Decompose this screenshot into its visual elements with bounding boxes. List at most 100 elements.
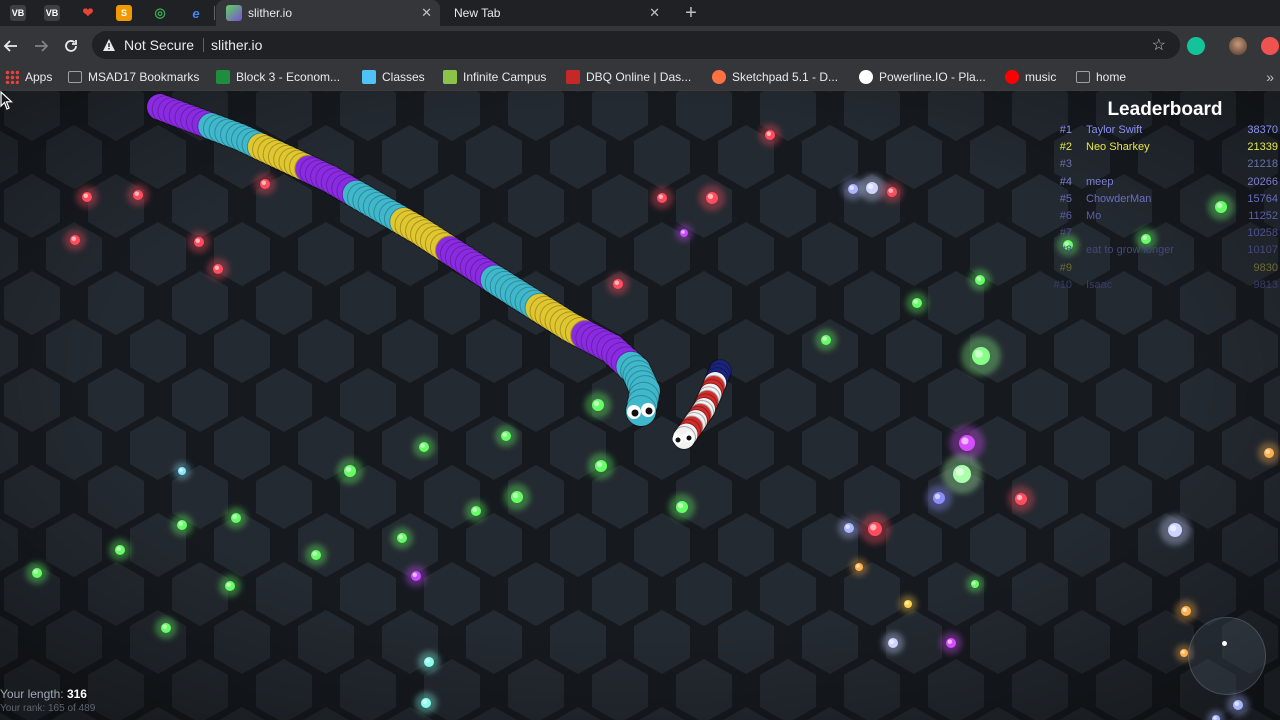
- player-stats: Your length: 316 Your rank: 165 of 489: [0, 687, 95, 714]
- close-icon[interactable]: ✕: [421, 5, 432, 21]
- leaderboard-row: #7 10258: [1040, 227, 1280, 244]
- food-pellet: [1159, 514, 1191, 546]
- bookmarks-bar: Apps MSAD17 Bookmarks Block 3 - Econom..…: [0, 64, 1280, 91]
- leaderboard-row: #6 Mo 11252: [1040, 210, 1280, 227]
- leaderboard-name: eat to grow longer: [1086, 244, 1175, 257]
- food-pellet: [961, 336, 1001, 376]
- extension-icon[interactable]: [1261, 37, 1279, 55]
- food-pellet: [675, 224, 693, 242]
- food-pellet: [668, 493, 696, 521]
- food-pellet: [882, 632, 904, 654]
- food-pellet: [815, 329, 837, 351]
- bookmark-label: Infinite Campus: [463, 70, 547, 84]
- leaderboard-row: #3 21218: [1040, 158, 1280, 175]
- food-pellet: [109, 539, 131, 561]
- food-pellet: [503, 483, 531, 511]
- pinned-tab-s-app[interactable]: S: [106, 3, 142, 23]
- food-pellet: [899, 595, 917, 613]
- folder-icon: [68, 71, 82, 83]
- pinned-tab-vb-1[interactable]: VB: [0, 3, 36, 23]
- food-pellet: [925, 484, 953, 512]
- address-bar[interactable]: Not Secure slither.io ☆: [92, 31, 1180, 59]
- reload-button[interactable]: [60, 35, 82, 57]
- pinned-tab-compass[interactable]: ◎: [142, 3, 178, 23]
- leaderboard-row: #9 9830: [1040, 262, 1280, 279]
- leaderboard-score: 21218: [1247, 158, 1278, 171]
- tab-separator: [214, 6, 215, 20]
- browser-toolbar: Not Secure slither.io ☆: [0, 26, 1280, 64]
- bookmark-block3[interactable]: Block 3 - Econom...: [216, 68, 340, 86]
- bookmark-label: Block 3 - Econom...: [236, 70, 341, 84]
- bookmark-star-icon[interactable]: ☆: [1152, 35, 1166, 55]
- food-pellet: [906, 292, 928, 314]
- food-pellet: [966, 575, 984, 593]
- leaderboard-name: Neo Sharkey: [1086, 141, 1150, 154]
- close-icon[interactable]: ✕: [649, 5, 660, 21]
- rank-display: Your rank: 165 of 489: [0, 703, 96, 714]
- food-pellet: [336, 457, 364, 485]
- grammarly-extension-icon[interactable]: [1187, 37, 1205, 55]
- leaderboard-score: 21339: [1247, 141, 1278, 154]
- bookmark-infinite-campus[interactable]: Infinite Campus: [443, 68, 546, 86]
- food-pellet: [413, 436, 435, 458]
- bookmark-dbq[interactable]: DBQ Online | Das...: [566, 68, 691, 86]
- bookmark-msad17[interactable]: MSAD17 Bookmarks: [68, 68, 199, 86]
- forward-button[interactable]: [30, 35, 52, 57]
- bookmark-sketchpad[interactable]: Sketchpad 5.1 - D...: [712, 68, 838, 86]
- minimap-player-dot: [1222, 641, 1227, 646]
- bookmarks-overflow-button[interactable]: »: [1266, 69, 1274, 85]
- tab-slither[interactable]: slither.io ✕: [216, 0, 440, 26]
- food-pellet: [173, 462, 191, 480]
- reload-icon: [65, 40, 77, 52]
- food-pellet: [415, 692, 437, 714]
- leaderboard-score: 9830: [1253, 261, 1278, 274]
- leaderboard-rank: #7: [1059, 227, 1072, 240]
- bookmark-classes[interactable]: Classes: [362, 68, 425, 86]
- warning-icon[interactable]: [102, 38, 116, 52]
- food-pellet: [219, 575, 241, 597]
- bookmark-label: Classes: [382, 70, 425, 84]
- edge-icon: e: [192, 5, 200, 21]
- food-pellet: [651, 187, 673, 209]
- pinned-tab-vb-2[interactable]: VB: [34, 3, 70, 23]
- length-label: Your length:: [0, 687, 64, 701]
- food-pellet: [698, 184, 726, 212]
- youtube-music-icon: [1005, 70, 1019, 84]
- leaderboard-rank: #5: [1059, 192, 1072, 205]
- leaderboard-row: #5 ChowderMan 15764: [1040, 193, 1280, 210]
- length-display: Your length: 316: [0, 687, 95, 701]
- bookmark-apps[interactable]: Apps: [5, 68, 52, 86]
- sketchpad-icon: [712, 70, 726, 84]
- food-pellet: [1007, 485, 1035, 513]
- minimap[interactable]: [1188, 617, 1266, 695]
- food-pellet: [405, 565, 427, 587]
- url-text[interactable]: slither.io: [211, 37, 262, 53]
- powerline-icon: [859, 70, 873, 84]
- bookmark-powerline[interactable]: Powerline.IO - Pla...: [859, 68, 986, 86]
- bookmark-label: music: [1025, 70, 1057, 84]
- game-canvas[interactable]: Leaderboard #1 Taylor Swift 38370 #2 Neo Sha…: [0, 91, 1280, 720]
- bookmark-music[interactable]: music: [1005, 68, 1056, 86]
- security-status[interactable]: Not Secure: [124, 37, 194, 53]
- bookmark-label: Powerline.IO - Pla...: [879, 70, 986, 84]
- food-pellet: [859, 513, 891, 545]
- mouse-cursor-icon: [0, 91, 14, 110]
- food-pellet: [225, 507, 247, 529]
- apps-grid-icon: [5, 70, 19, 84]
- back-button[interactable]: [0, 35, 22, 57]
- leaderboard-score: 10107: [1247, 244, 1278, 257]
- new-tab-button[interactable]: +: [680, 2, 702, 24]
- pinned-tab-edge[interactable]: e: [178, 3, 214, 23]
- bookmark-home[interactable]: home: [1076, 68, 1126, 86]
- tab-new-tab[interactable]: New Tab ✕: [444, 0, 668, 26]
- leaderboard-score: 38370: [1247, 124, 1278, 136]
- food-pellet: [127, 184, 149, 206]
- food-pellet: [391, 527, 413, 549]
- leaderboard-row: #8 eat to grow longer 10107: [1040, 244, 1280, 261]
- food-pellet: [64, 229, 86, 251]
- pinned-tab-heart[interactable]: ❤: [70, 3, 106, 23]
- profile-avatar[interactable]: [1229, 37, 1247, 55]
- food-pellet: [607, 273, 629, 295]
- food-pellet: [1175, 600, 1197, 622]
- leaderboard-row: #1 Taylor Swift 38370: [1040, 124, 1280, 141]
